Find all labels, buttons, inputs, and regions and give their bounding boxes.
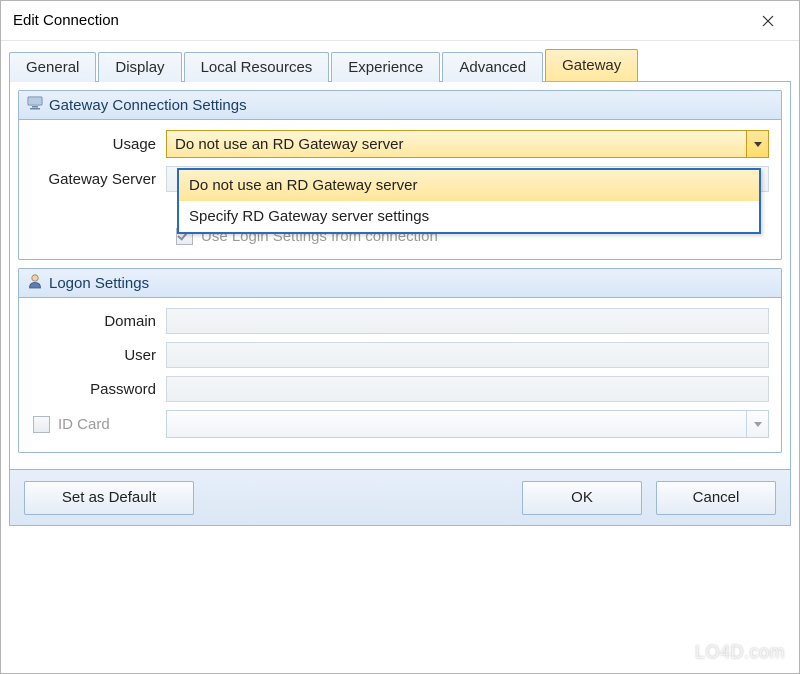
tab-content: Gateway Connection Settings Usage Do not… (9, 82, 791, 470)
idcard-checkbox[interactable] (33, 416, 50, 433)
titlebar: Edit Connection (1, 1, 799, 41)
logon-group-title: Logon Settings (49, 275, 149, 292)
usage-option-0[interactable]: Do not use an RD Gateway server (179, 170, 759, 201)
tab-local-resources[interactable]: Local Resources (184, 52, 330, 82)
close-button[interactable] (745, 5, 791, 37)
chevron-down-icon (746, 411, 768, 437)
close-icon (762, 15, 774, 27)
idcard-select[interactable] (166, 410, 769, 438)
watermark: LO4D.com (695, 642, 785, 663)
idcard-row: ID Card (31, 410, 769, 438)
usage-option-1[interactable]: Specify RD Gateway server settings (179, 201, 759, 232)
button-bar: Set as Default OK Cancel (9, 470, 791, 526)
domain-input[interactable] (166, 308, 769, 334)
server-icon (27, 95, 43, 115)
set-default-button[interactable]: Set as Default (24, 481, 194, 515)
logon-settings-group: Logon Settings Domain User Password (18, 268, 782, 453)
idcard-label-wrap: ID Card (31, 416, 166, 433)
ok-button[interactable]: OK (522, 481, 642, 515)
gateway-settings-group: Gateway Connection Settings Usage Do not… (18, 90, 782, 260)
tab-area: General Display Local Resources Experien… (1, 41, 799, 82)
chevron-down-icon (746, 131, 768, 157)
usage-row: Usage Do not use an RD Gateway server (31, 130, 769, 158)
logon-group-body: Domain User Password (19, 298, 781, 452)
tab-experience[interactable]: Experience (331, 52, 440, 82)
tab-general[interactable]: General (9, 52, 96, 82)
gateway-server-label: Gateway Server (31, 171, 166, 188)
domain-row: Domain (31, 308, 769, 334)
user-label: User (31, 347, 166, 364)
user-icon (27, 273, 43, 293)
idcard-label: ID Card (58, 416, 110, 433)
dialog-window: Edit Connection General Display Local Re… (0, 0, 800, 674)
password-row: Password (31, 376, 769, 402)
tab-strip: General Display Local Resources Experien… (9, 49, 791, 82)
gateway-group-header: Gateway Connection Settings (19, 91, 781, 120)
user-row: User (31, 342, 769, 368)
cancel-button[interactable]: Cancel (656, 481, 776, 515)
user-input[interactable] (166, 342, 769, 368)
tab-advanced[interactable]: Advanced (442, 52, 543, 82)
usage-select-value: Do not use an RD Gateway server (175, 136, 403, 153)
tab-display[interactable]: Display (98, 52, 181, 82)
password-input[interactable] (166, 376, 769, 402)
window-title: Edit Connection (13, 12, 745, 29)
tab-gateway[interactable]: Gateway (545, 49, 638, 81)
usage-dropdown[interactable]: Do not use an RD Gateway server Specify … (177, 168, 761, 234)
logon-group-header: Logon Settings (19, 269, 781, 298)
gateway-group-title: Gateway Connection Settings (49, 97, 247, 114)
domain-label: Domain (31, 313, 166, 330)
password-label: Password (31, 381, 166, 398)
usage-select[interactable]: Do not use an RD Gateway server (166, 130, 769, 158)
usage-label: Usage (31, 136, 166, 153)
